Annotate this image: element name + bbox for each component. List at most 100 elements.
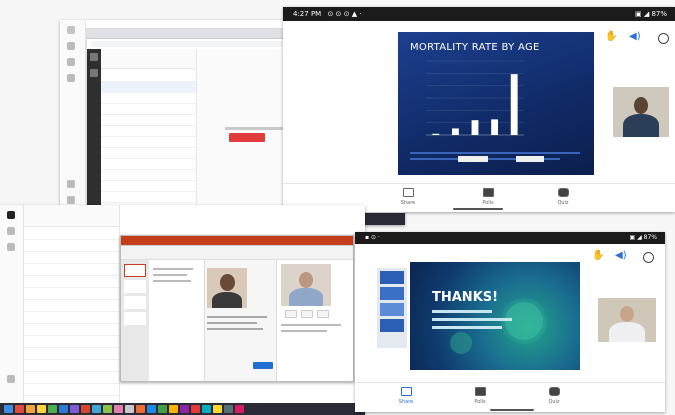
slide-subtitle-line	[432, 310, 492, 313]
more-button[interactable]	[317, 310, 329, 318]
list-item[interactable]	[101, 126, 196, 137]
slide-thumbnail[interactable]	[380, 271, 404, 284]
taskbar-app-icon[interactable]	[81, 405, 90, 413]
taskbar-app-icon[interactable]	[191, 405, 200, 413]
list-item[interactable]	[24, 241, 119, 252]
taskbar-app-icon[interactable]	[15, 405, 24, 413]
taskbar-app-icon[interactable]	[125, 405, 134, 413]
list-item[interactable]	[101, 148, 196, 159]
list-item[interactable]	[101, 93, 196, 104]
list-item[interactable]	[101, 104, 196, 115]
taskbar-app-icon[interactable]	[26, 405, 35, 413]
list-item[interactable]	[101, 137, 196, 148]
volume-icon[interactable]: ◀)	[629, 31, 641, 42]
settings-icon[interactable]	[643, 252, 654, 263]
shared-slide: MORTALITY RATE BY AGE	[398, 32, 594, 175]
list-item[interactable]	[101, 192, 196, 203]
polls-button[interactable]: Polls	[465, 387, 495, 405]
home-indicator	[490, 409, 534, 411]
right-video-panel	[276, 260, 353, 381]
list-item[interactable]	[101, 170, 196, 181]
taskbar-app-icon[interactable]	[92, 405, 101, 413]
share-button[interactable]: Share	[393, 188, 423, 206]
taskbar-app-icon[interactable]	[59, 405, 68, 413]
taskbar-app-icon[interactable]	[103, 405, 112, 413]
chat-icon[interactable]	[7, 227, 15, 235]
list-item[interactable]	[24, 337, 119, 348]
taskbar-app-icon[interactable]	[224, 405, 233, 413]
quiz-icon	[557, 188, 569, 197]
taskbar-app-icon[interactable]	[136, 405, 145, 413]
slide-thumbnail[interactable]	[124, 264, 146, 277]
slide-thumbnail[interactable]	[380, 319, 404, 332]
share-button[interactable]: Share	[391, 387, 421, 405]
chart-bar	[510, 74, 518, 135]
rail-icon[interactable]	[90, 53, 98, 61]
chart-bar	[471, 120, 479, 135]
list-item[interactable]	[24, 385, 119, 396]
camera-button[interactable]	[301, 310, 313, 318]
rail-icon[interactable]	[90, 69, 98, 77]
list-item[interactable]	[24, 265, 119, 276]
taskbar-app-icon[interactable]	[48, 405, 57, 413]
polls-button[interactable]: Polls	[473, 188, 503, 206]
slide-thumbnail[interactable]	[124, 296, 146, 309]
join-button[interactable]	[229, 133, 265, 142]
settings-icon[interactable]	[67, 196, 75, 204]
taskbar-app-icon[interactable]	[169, 405, 178, 413]
list-item[interactable]	[24, 349, 119, 360]
list-item[interactable]	[24, 301, 119, 312]
people-icon[interactable]	[67, 58, 75, 66]
slide-thumbnail[interactable]	[124, 280, 146, 293]
files-icon[interactable]	[7, 375, 15, 383]
taskbar-app-icon[interactable]	[37, 405, 46, 413]
list-item[interactable]	[24, 289, 119, 300]
list-item[interactable]	[24, 361, 119, 372]
slide-sorter	[377, 268, 407, 348]
virus-graphic	[450, 332, 472, 354]
action-button[interactable]	[253, 362, 273, 369]
quiz-button[interactable]: Quiz	[548, 188, 578, 206]
app-icon[interactable]	[7, 211, 15, 219]
list-item[interactable]	[24, 253, 119, 264]
slide-title: THANKS!	[432, 290, 499, 305]
list-item[interactable]	[101, 71, 196, 82]
raise-hand-icon[interactable]: ✋	[605, 31, 617, 42]
files-icon[interactable]	[67, 180, 75, 188]
quiz-button[interactable]: Quiz	[539, 387, 569, 405]
taskbar-app-icon[interactable]	[114, 405, 123, 413]
list-item[interactable]	[24, 229, 119, 240]
settings-icon[interactable]	[658, 33, 669, 44]
taskbar-app-icon[interactable]	[147, 405, 156, 413]
tablet-top: 4:27 PM ⊙ ⊙ ⊙ ▲ · ▣ ◢ 87% MORTALITY RATE…	[283, 7, 675, 212]
app-icon[interactable]	[67, 26, 75, 34]
volume-icon[interactable]: ◀)	[615, 250, 627, 261]
list-item[interactable]	[101, 115, 196, 126]
list-item[interactable]	[24, 325, 119, 336]
address-bar[interactable]	[91, 41, 291, 47]
taskbar-app-icon[interactable]	[202, 405, 211, 413]
slide-thumbnail[interactable]	[124, 312, 146, 325]
people-icon[interactable]	[7, 243, 15, 251]
chat-icon[interactable]	[67, 42, 75, 50]
slide-thumbnail[interactable]	[380, 287, 404, 300]
polls-icon	[482, 188, 494, 197]
mic-button[interactable]	[285, 310, 297, 318]
start-icon[interactable]	[4, 405, 13, 413]
taskbar-app-icon[interactable]	[213, 405, 222, 413]
taskbar-app-icon[interactable]	[180, 405, 189, 413]
slide-caption-box	[458, 156, 488, 162]
list-item[interactable]	[24, 373, 119, 384]
taskbar-app-icon[interactable]	[158, 405, 167, 413]
calendar-icon[interactable]	[67, 74, 75, 82]
list-item[interactable]	[24, 277, 119, 288]
list-header	[101, 49, 196, 69]
raise-hand-icon[interactable]: ✋	[592, 250, 604, 261]
list-item[interactable]	[101, 181, 196, 192]
list-item[interactable]	[101, 82, 196, 93]
list-item[interactable]	[24, 313, 119, 324]
taskbar-app-icon[interactable]	[70, 405, 79, 413]
taskbar-app-icon[interactable]	[235, 405, 244, 413]
list-item[interactable]	[101, 159, 196, 170]
slide-thumbnail[interactable]	[380, 303, 404, 316]
